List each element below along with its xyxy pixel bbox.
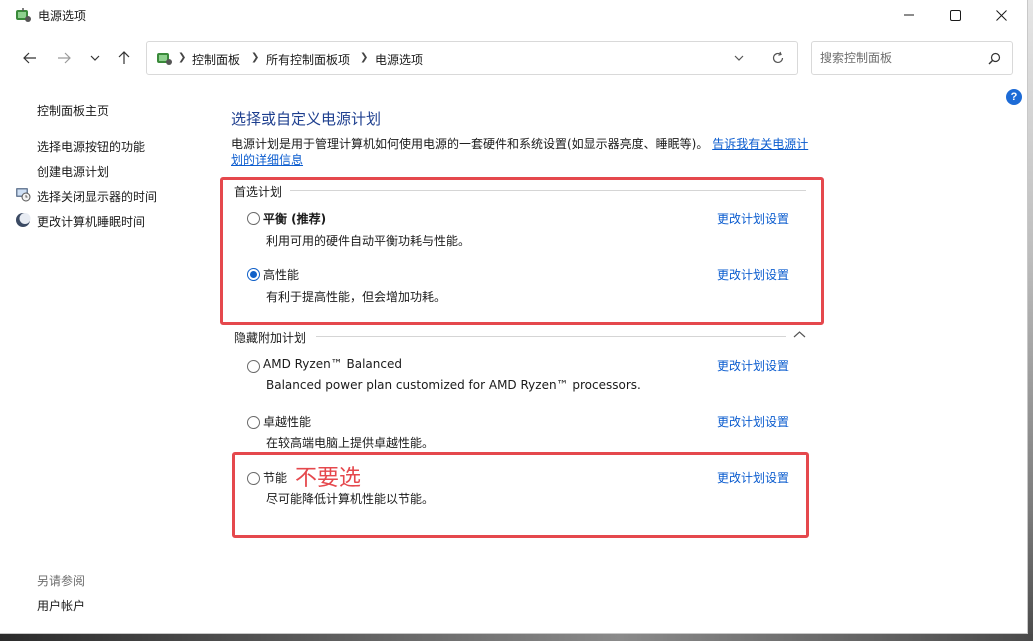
hidden-plans-heading: 隐藏附加计划 [234, 331, 307, 345]
power-options-app-icon [16, 8, 31, 22]
annotation-do-not-select: 不要选 [295, 466, 362, 491]
collapse-chevron-up-icon[interactable] [793, 330, 806, 340]
arrow-left-icon [23, 52, 36, 64]
maximize-icon [949, 9, 961, 21]
breadcrumb-separator-icon: ❯ [178, 52, 187, 63]
breadcrumb-all-items[interactable]: 所有控制面板项 [266, 51, 350, 68]
see-also-heading: 另请参阅 [37, 574, 86, 588]
close-button[interactable] [978, 0, 1024, 30]
minimize-icon [904, 14, 914, 16]
plan-desc-ultimate: 在较高端电脑上提供卓越性能。 [266, 436, 435, 450]
forward-button[interactable] [53, 47, 75, 69]
control-panel-home-link[interactable]: 控制面板主页 [37, 102, 109, 119]
group-divider [316, 336, 786, 337]
address-bar[interactable]: ❯ 控制面板 ❯ 所有控制面板项 ❯ 电源选项 [146, 41, 798, 75]
annotation-highlight-preferred [220, 177, 824, 325]
minimize-button[interactable] [886, 0, 932, 30]
breadcrumb-control-panel[interactable]: 控制面板 [192, 51, 240, 68]
control-panel-icon [157, 53, 172, 65]
change-plan-settings-ultimate[interactable]: 更改计划设置 [717, 413, 789, 430]
sidebar-item-sleep-time[interactable]: 更改计算机睡眠时间 [37, 213, 145, 230]
help-icon[interactable]: ? [1006, 89, 1022, 105]
breadcrumb-separator-icon: ❯ [360, 52, 369, 63]
plan-name-amd-balanced[interactable]: AMD Ryzen™ Balanced [263, 357, 402, 371]
arrow-up-icon [118, 51, 130, 64]
recent-locations-button[interactable] [84, 47, 106, 69]
arrow-right-icon [58, 52, 71, 64]
search-input[interactable] [820, 50, 980, 66]
refresh-icon[interactable] [771, 51, 785, 65]
up-button[interactable] [113, 47, 135, 69]
sidebar-item-display-off[interactable]: 选择关闭显示器的时间 [37, 188, 157, 205]
search-box[interactable] [811, 41, 1013, 75]
plan-desc-amd-balanced: Balanced power plan customized for AMD R… [266, 378, 641, 392]
moon-icon [16, 213, 31, 227]
desktop-edge-bottom [0, 634, 1033, 641]
page-description: 电源计划是用于管理计算机如何使用电源的一套硬件和系统设置(如显示器亮度、睡眠等)… [231, 136, 811, 168]
change-plan-settings-amd-balanced[interactable]: 更改计划设置 [717, 357, 789, 374]
back-button[interactable] [19, 47, 41, 69]
maximize-button[interactable] [932, 0, 978, 30]
breadcrumb-separator-icon: ❯ [251, 52, 260, 63]
monitor-clock-icon [16, 188, 31, 202]
close-icon [995, 9, 1007, 21]
breadcrumb-power-options[interactable]: 电源选项 [375, 51, 423, 68]
plan-radio-ultimate[interactable] [247, 416, 260, 429]
desktop-edge-right [1028, 0, 1033, 641]
sidebar-item-power-button[interactable]: 选择电源按钮的功能 [37, 138, 145, 155]
see-also-user-accounts[interactable]: 用户帐户 [37, 597, 85, 614]
plan-name-ultimate[interactable]: 卓越性能 [263, 413, 311, 430]
title-bar: 电源选项 [0, 0, 1028, 30]
search-icon[interactable] [988, 52, 1001, 65]
chevron-down-icon [90, 55, 100, 61]
power-options-window: 电源选项 ❯ 控制面板 ❯ 所有控制面板项 ❯ 电源选项 搜索控制面板 ? 控制… [0, 0, 1028, 634]
window-title: 电源选项 [38, 9, 87, 23]
address-dropdown-icon[interactable] [733, 52, 745, 64]
plan-radio-amd-balanced[interactable] [247, 360, 260, 373]
description-text: 电源计划是用于管理计算机如何使用电源的一套硬件和系统设置(如显示器亮度、睡眠等)… [231, 137, 709, 151]
sidebar-item-create-plan[interactable]: 创建电源计划 [37, 163, 109, 180]
page-title: 选择或自定义电源计划 [231, 110, 382, 128]
